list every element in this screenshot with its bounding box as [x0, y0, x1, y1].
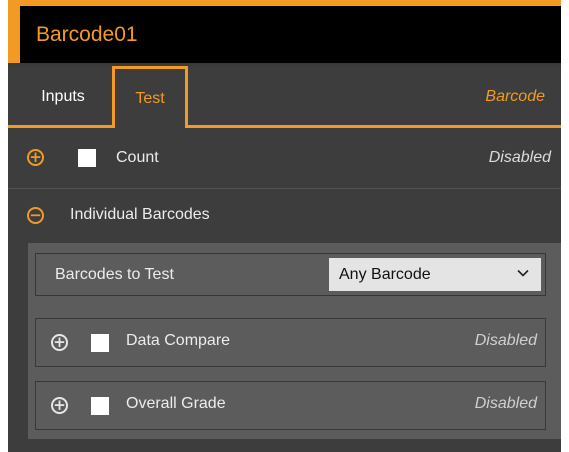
active-tab-gap — [115, 125, 185, 128]
title-box[interactable]: Barcode01 — [20, 6, 561, 63]
barcodes-to-test-label: Barcodes to Test — [55, 265, 174, 283]
expand-plus-icon[interactable]: + — [51, 397, 68, 414]
barcodes-to-test-dropdown[interactable]: Any Barcode — [329, 258, 541, 291]
tab-context-label: Barcode — [485, 88, 545, 105]
overall-grade-row: + Overall Grade Disabled — [35, 381, 546, 430]
individual-barcodes-group: Barcodes to Test Any Barcode + Data Comp… — [8, 243, 561, 452]
data-compare-status: Disabled — [474, 332, 537, 349]
barcodes-to-test-row: Barcodes to Test Any Barcode — [35, 253, 546, 296]
overall-grade-status: Disabled — [474, 395, 537, 412]
individual-barcodes-content: Barcodes to Test Any Barcode + Data Comp… — [28, 243, 561, 439]
data-compare-row: + Data Compare Disabled — [35, 318, 546, 367]
count-status: Disabled — [488, 149, 551, 166]
expand-plus-icon[interactable]: + — [27, 149, 44, 166]
count-checkbox[interactable] — [78, 149, 96, 167]
barcode-tool-panel: Barcode01 Inputs Test Barcode + Count Di… — [8, 0, 561, 452]
tool-title: Barcode01 — [36, 22, 138, 46]
chevron-down-icon — [517, 269, 529, 277]
tab-test[interactable]: Test — [112, 66, 188, 128]
tab-inputs[interactable]: Inputs — [18, 66, 108, 128]
title-accent-left — [8, 6, 20, 63]
individual-barcodes-label: Individual Barcodes — [70, 206, 210, 223]
collapse-minus-icon[interactable]: − — [27, 207, 44, 224]
count-row: + Count Disabled — [8, 128, 561, 188]
dropdown-selected-value: Any Barcode — [339, 265, 431, 283]
expand-plus-icon[interactable]: + — [51, 334, 68, 351]
individual-barcodes-row: − Individual Barcodes — [8, 189, 561, 243]
overall-grade-label: Overall Grade — [126, 395, 226, 412]
overall-grade-checkbox[interactable] — [91, 397, 109, 415]
tab-bar: Inputs Test Barcode — [8, 66, 561, 128]
data-compare-label: Data Compare — [126, 332, 231, 349]
count-label: Count — [116, 149, 159, 166]
title-bar: Barcode01 — [8, 0, 561, 66]
data-compare-checkbox[interactable] — [91, 334, 109, 352]
